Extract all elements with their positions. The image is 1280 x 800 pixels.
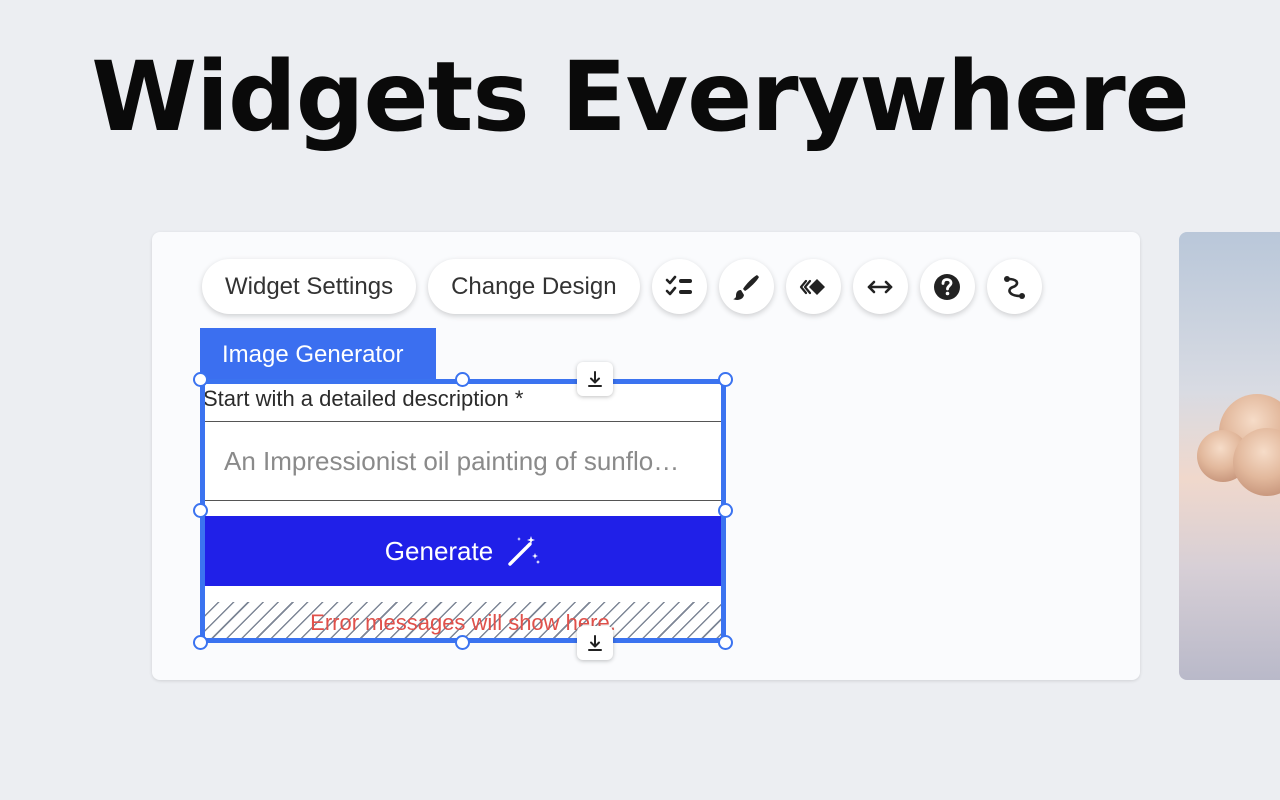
animation-icon (799, 278, 826, 295)
checklist-button[interactable] (651, 259, 707, 314)
description-label: Start with a detailed description * (203, 386, 524, 411)
resize-handle-middle-right[interactable] (718, 503, 733, 518)
cloud-graphic (1197, 394, 1280, 496)
connect-button[interactable] (986, 259, 1042, 314)
download-icon (588, 371, 602, 387)
top-anchor-button[interactable] (577, 362, 613, 396)
resize-handle-top-center[interactable] (455, 372, 470, 387)
download-icon (588, 635, 602, 651)
generate-button-label: Generate (384, 535, 494, 566)
bottom-anchor-button[interactable] (577, 626, 613, 660)
help-button[interactable] (919, 259, 975, 314)
resize-handle-top-right[interactable] (718, 372, 733, 387)
connect-icon (1004, 275, 1026, 299)
change-design-button[interactable]: Change Design (428, 259, 640, 314)
resize-handle-top-left[interactable] (193, 372, 208, 387)
stretch-icon (867, 280, 893, 293)
image-generator-widget[interactable]: Start with a detailed description * An I… (200, 379, 726, 643)
help-icon (934, 273, 961, 300)
resize-handle-bottom-center[interactable] (455, 635, 470, 650)
brush-icon (733, 274, 760, 300)
checklist-icon (665, 275, 693, 295)
page-headline: Widgets Everywhere (91, 41, 1190, 153)
generate-button[interactable]: Generate (205, 516, 721, 586)
widget-tab-label[interactable]: Image Generator (200, 328, 436, 382)
widget-toolbar: Widget Settings Change Design (202, 259, 1042, 314)
design-button[interactable] (718, 259, 774, 314)
widget-settings-button[interactable]: Widget Settings (202, 259, 417, 314)
side-preview-image (1179, 232, 1280, 680)
resize-handle-bottom-right[interactable] (718, 635, 733, 650)
resize-handle-bottom-left[interactable] (193, 635, 208, 650)
prompt-input[interactable]: An Impressionist oil painting of sunflo… (205, 421, 721, 501)
animation-button[interactable] (785, 259, 841, 314)
error-message-text: Error messages will show here. (310, 610, 616, 635)
magic-wand-icon (508, 536, 541, 566)
resize-handle-middle-left[interactable] (193, 503, 208, 518)
stretch-button[interactable] (852, 259, 908, 314)
